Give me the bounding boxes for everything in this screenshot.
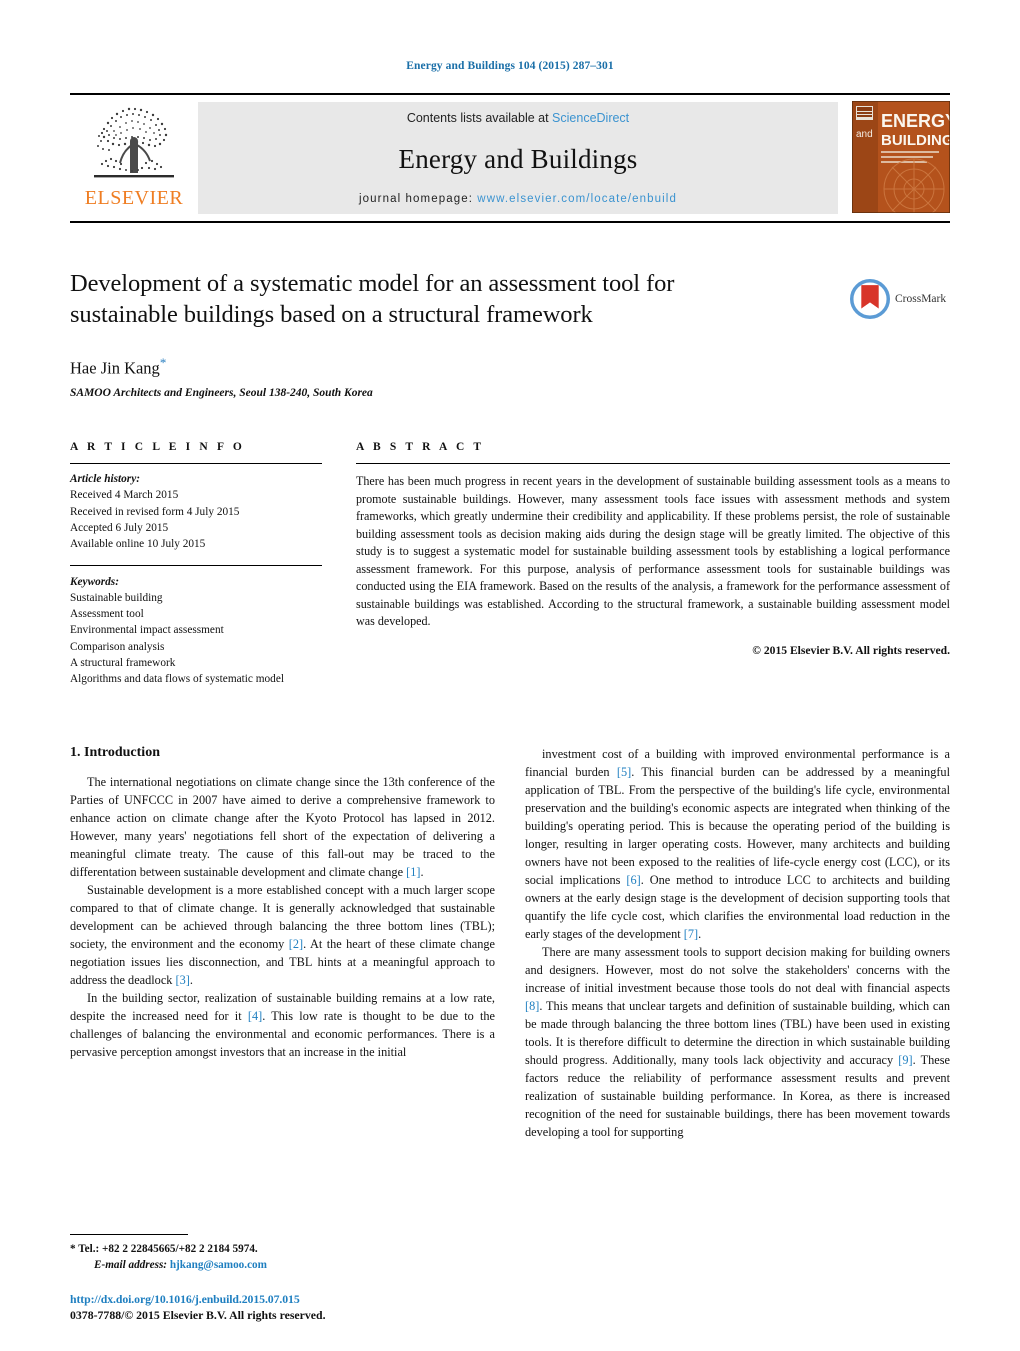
elsevier-logo: ELSEVIER (70, 95, 198, 221)
corresponding-author-marker[interactable]: * (160, 355, 167, 370)
page-title: Development of a systematic model for an… (70, 270, 675, 329)
keyword-item: Comparison analysis (70, 640, 165, 653)
divider (356, 463, 950, 465)
journal-band: Contents lists available at ScienceDirec… (198, 102, 838, 214)
paragraph: Sustainable development is a more establ… (70, 883, 496, 988)
crossmark-icon (850, 279, 890, 319)
elsevier-wordmark: ELSEVIER (84, 187, 184, 209)
elsevier-tree-icon (86, 101, 182, 189)
email-link[interactable]: hjkang@samoo.com (170, 1259, 267, 1271)
affiliation: SAMOO Architects and Engineers, Seoul 13… (70, 387, 373, 400)
paper-page: Energy and Buildings 104 (2015) 287–301 (0, 0, 1020, 1351)
crossmark-badge[interactable]: CrossMark (850, 276, 950, 322)
body-column-left: 1. Introduction The international negoti… (70, 745, 495, 1141)
paragraph: There are many assessment tools to suppo… (525, 945, 950, 1140)
journal-cover-thumbnail: and ENERGY BUILDINGS (851, 100, 964, 220)
keyword-item: Algorithms and data flows of systematic … (70, 673, 284, 686)
svg-text:and: and (856, 129, 873, 140)
history-item: Accepted 6 July 2015 (70, 522, 169, 535)
abstract-text: There has been much progress in recent y… (356, 474, 950, 628)
article-info-column: A R T I C L E I N F O Article history: R… (70, 441, 322, 687)
abstract-copyright: © 2015 Elsevier B.V. All rights reserved… (752, 644, 950, 658)
doi-block: http://dx.doi.org/10.1016/j.enbuild.2015… (70, 1292, 570, 1323)
footnote-rule (70, 1233, 188, 1235)
corresponding-footnote: * Tel.: +82 2 22845665/+82 2 2184 5974. … (70, 1233, 495, 1273)
running-head: Energy and Buildings 104 (2015) 287–301 (406, 60, 614, 72)
svg-text:BUILDINGS: BUILDINGS (881, 132, 950, 149)
title-block: CrossMark Development of a systematic mo… (70, 268, 950, 399)
keywords-label: Keywords: (70, 575, 119, 588)
article-history-label: Article history: (70, 473, 140, 486)
email-label: E-mail address: (94, 1258, 170, 1271)
paragraph: In the building sector, realization of s… (70, 991, 496, 1060)
keyword-item: Environmental impact assessment (70, 624, 224, 637)
keyword-item: Sustainable building (70, 591, 163, 604)
article-info-heading: A R T I C L E I N F O (70, 441, 245, 454)
footnote-tel-line: * Tel.: +82 2 22845665/+82 2 2184 5974. (70, 1241, 495, 1257)
keywords-block: Keywords: Sustainable building Assessmen… (70, 574, 322, 688)
journal-homepage-link[interactable]: www.elsevier.com/locate/enbuild (477, 193, 677, 205)
doi-link[interactable]: http://dx.doi.org/10.1016/j.enbuild.2015… (70, 1292, 570, 1307)
paragraph: investment cost of a building with impro… (525, 747, 950, 942)
divider (70, 463, 322, 465)
history-item: Available online 10 July 2015 (70, 538, 206, 551)
abstract-heading: A B S T R A C T (356, 441, 485, 454)
homepage-prefix: journal homepage: (359, 193, 478, 205)
crossmark-label: CrossMark (895, 293, 947, 305)
abstract-column: A B S T R A C T There has been much prog… (356, 441, 950, 687)
keyword-item: Assessment tool (70, 608, 144, 621)
footnote-email-line: E-mail address: hjkang@samoo.com (70, 1257, 495, 1273)
body-columns: 1. Introduction The international negoti… (70, 745, 950, 1141)
contents-list-line: Contents lists available at ScienceDirec… (407, 111, 629, 125)
body-column-right: investment cost of a building with impro… (525, 745, 950, 1141)
column-gap (322, 441, 356, 687)
journal-masthead: ELSEVIER Contents lists available at Sci… (70, 93, 964, 223)
divider (70, 564, 322, 566)
info-abstract-row: A R T I C L E I N F O Article history: R… (70, 441, 950, 687)
history-item: Received 4 March 2015 (70, 489, 179, 502)
journal-name: Energy and Buildings (398, 143, 638, 174)
author-name: Hae Jin Kang* (70, 355, 950, 379)
author-label: Hae Jin Kang (70, 358, 160, 378)
footnote-marker: * (70, 1242, 76, 1255)
sciencedirect-link[interactable]: ScienceDirect (552, 111, 629, 125)
history-item: Received in revised form 4 July 2015 (70, 505, 240, 518)
tel-label: Tel.: (78, 1242, 103, 1255)
paragraph: The international negotiations on climat… (70, 775, 495, 880)
article-history-block: Article history: Received 4 March 2015 R… (70, 471, 322, 552)
contents-prefix: Contents lists available at (406, 111, 553, 125)
tel-value: +82 2 22845665/+82 2 2184 5974. (102, 1242, 258, 1255)
issn-copyright-line: 0378-7788/© 2015 Elsevier B.V. All right… (70, 1308, 326, 1322)
svg-text:ENERGY: ENERGY (881, 111, 950, 131)
keyword-item: A structural framework (70, 656, 176, 669)
section-heading-introduction: 1. Introduction (70, 745, 160, 761)
journal-homepage-line: journal homepage: www.elsevier.com/locat… (359, 193, 677, 205)
